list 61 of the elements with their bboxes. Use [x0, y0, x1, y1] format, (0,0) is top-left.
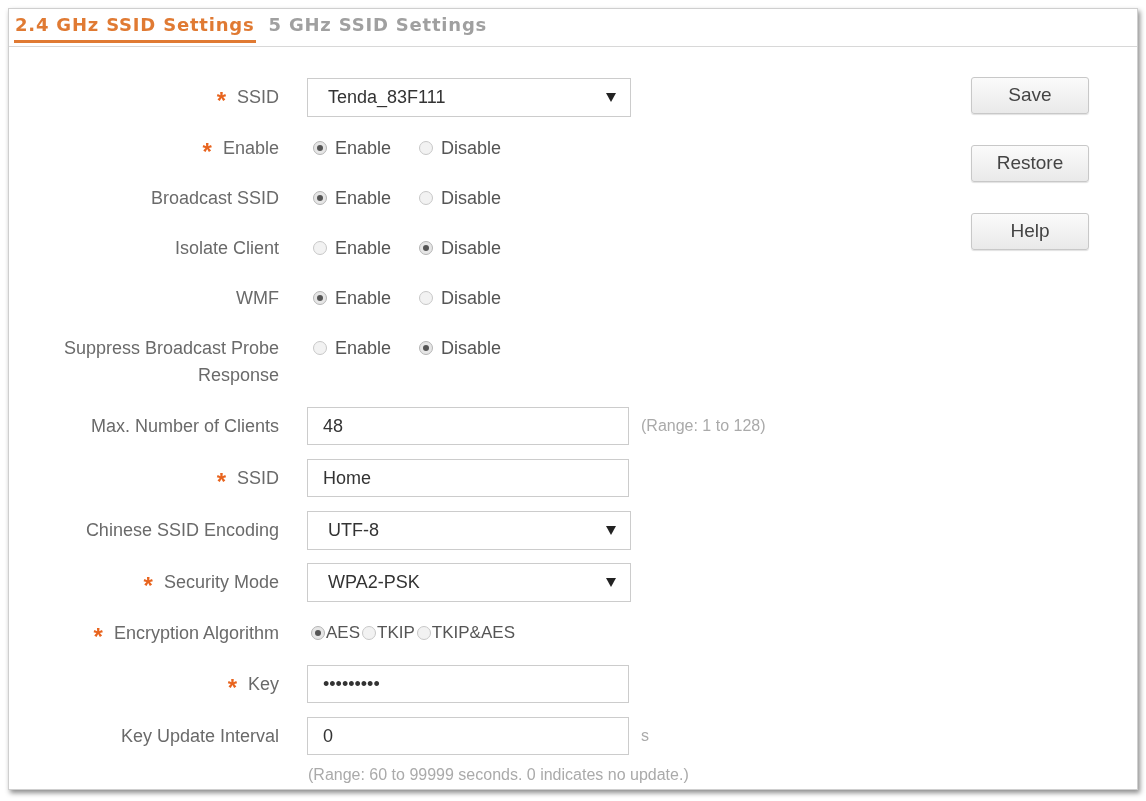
action-button[interactable]: Save: [971, 77, 1089, 114]
radio-option[interactable]: TKIP&AES: [416, 620, 515, 646]
text-input[interactable]: Home: [307, 459, 629, 497]
field-label: Security Mode: [163, 570, 279, 594]
field-label: SSID: [237, 466, 279, 490]
radio-option[interactable]: Disable: [419, 134, 502, 162]
help-note: (Range: 60 to 99999 seconds. 0 indicates no update.): [308, 766, 689, 783]
required-mark: *: [202, 140, 212, 164]
action-button[interactable]: Restore: [971, 145, 1089, 182]
text-input[interactable]: 0: [307, 717, 629, 755]
radio-option[interactable]: TKIP: [362, 620, 415, 646]
field-label: Enable: [222, 136, 279, 160]
radio-icon[interactable]: [313, 291, 327, 305]
hint-text: (Range: 1 to 128): [641, 416, 766, 436]
radio-icon[interactable]: [313, 341, 327, 355]
radio-icon[interactable]: [313, 141, 327, 155]
dropdown[interactable]: WPA2-PSK: [307, 562, 631, 602]
required-mark: *: [216, 470, 226, 494]
radio-icon[interactable]: [419, 291, 434, 305]
radio-icon[interactable]: [362, 626, 377, 640]
radio-option[interactable]: Enable: [313, 134, 392, 162]
dropdown[interactable]: UTF-8: [307, 510, 631, 550]
caret-icon: [606, 577, 616, 587]
required-mark: *: [93, 625, 103, 649]
caret-icon: [606, 525, 616, 535]
field-label: Key Update Interval: [120, 724, 279, 748]
radio-option[interactable]: Disable: [419, 334, 502, 362]
radio-icon[interactable]: [313, 241, 327, 255]
radio-option[interactable]: Disable: [419, 234, 502, 262]
caret-icon: [606, 92, 616, 102]
action-button[interactable]: Help: [971, 213, 1089, 250]
radio-option[interactable]: AES: [311, 620, 361, 646]
hint-text: s: [641, 726, 649, 746]
field-label: SSID: [237, 85, 279, 109]
radio-icon[interactable]: [419, 241, 434, 255]
radio-icon[interactable]: [419, 141, 434, 155]
radio-option[interactable]: Disable: [419, 184, 502, 212]
text-input[interactable]: 48: [307, 407, 629, 445]
text-input[interactable]: •••••••••: [307, 665, 629, 703]
field-label: Chinese SSID Encoding: [85, 518, 279, 542]
required-mark: *: [227, 676, 237, 700]
required-mark: *: [216, 89, 226, 113]
radio-icon[interactable]: [416, 626, 431, 640]
field-label: Broadcast SSID: [150, 186, 279, 210]
radio-icon[interactable]: [419, 341, 434, 355]
dropdown[interactable]: Tenda_83F111: [307, 77, 631, 117]
radio-option[interactable]: Enable: [313, 184, 392, 212]
field-label: Isolate Client: [174, 236, 279, 260]
radio-icon[interactable]: [311, 626, 325, 640]
field-label: WMF: [236, 286, 279, 310]
radio-icon[interactable]: [419, 191, 434, 205]
field-label: Key: [247, 672, 279, 696]
radio-option[interactable]: Enable: [313, 234, 392, 262]
field-label: Suppress Broadcast Probe Response: [62, 336, 279, 387]
required-mark: *: [143, 574, 153, 598]
radio-icon[interactable]: [313, 191, 327, 205]
radio-option[interactable]: Enable: [313, 334, 392, 362]
field-label: Max. Number of Clients: [90, 414, 279, 438]
field-label: Encryption Algorithm: [113, 621, 279, 645]
radio-option[interactable]: Enable: [313, 284, 392, 312]
radio-option[interactable]: Disable: [419, 284, 502, 312]
